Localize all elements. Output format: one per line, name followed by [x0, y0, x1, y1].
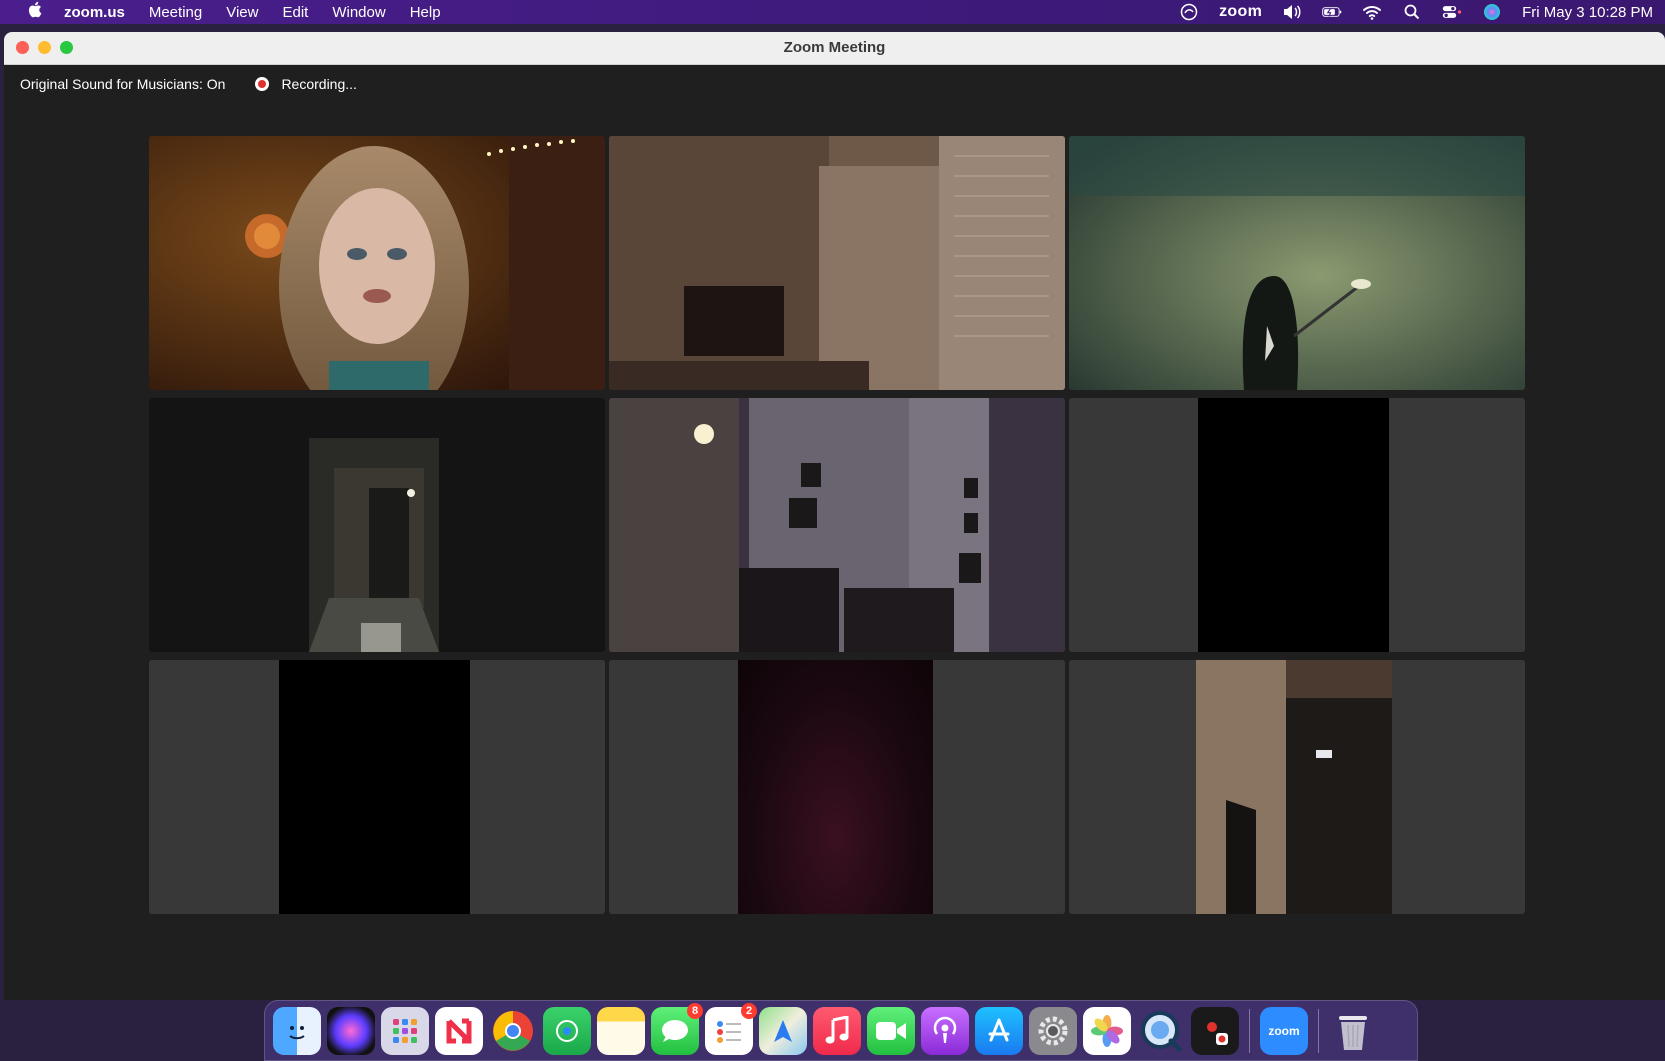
finder-icon[interactable]: [273, 1006, 321, 1055]
recording-status[interactable]: Recording...: [281, 76, 356, 92]
find-my-icon[interactable]: [543, 1006, 591, 1055]
menu-help[interactable]: Help: [410, 4, 441, 21]
music-icon[interactable]: [813, 1006, 861, 1055]
volume-icon[interactable]: [1282, 3, 1302, 21]
participant-video-5: [609, 398, 1065, 652]
apple-menu-icon[interactable]: [14, 1, 54, 23]
facetime-icon[interactable]: [867, 1006, 915, 1055]
window-title: Zoom Meeting: [783, 39, 886, 56]
menu-edit[interactable]: Edit: [282, 4, 308, 21]
trash-icon[interactable]: [1329, 1007, 1377, 1055]
zoom-menu-extra[interactable]: zoom: [1219, 3, 1262, 21]
window-titlebar[interactable]: Zoom Meeting: [4, 32, 1665, 65]
video-tile-8[interactable]: [609, 660, 1065, 914]
participant-video-3: [1069, 136, 1525, 390]
meeting-status-bar: Original Sound for Musicians: On Recordi…: [20, 76, 357, 92]
messages-badge: 8: [687, 1002, 703, 1019]
messages-icon[interactable]: 8: [651, 1002, 703, 1055]
video-tile-1[interactable]: [149, 136, 605, 390]
menu-meeting[interactable]: Meeting: [149, 4, 202, 21]
video-tile-9[interactable]: [1069, 660, 1525, 914]
wifi-icon[interactable]: [1362, 3, 1382, 21]
dock-separator: [1249, 1008, 1250, 1053]
menubar-clock[interactable]: Fri May 3 10:28 PM: [1522, 4, 1653, 21]
app-menu-zoom[interactable]: zoom.us: [64, 4, 125, 21]
participant-video-2: [609, 136, 1065, 390]
participant-video-8-dark: [738, 660, 933, 914]
maps-icon[interactable]: [759, 1006, 807, 1055]
video-tile-2[interactable]: [609, 136, 1065, 390]
participant-video-1: [149, 136, 605, 390]
zoom-app-label: zoom: [1268, 1023, 1300, 1038]
recording-indicator-icon: [255, 77, 270, 91]
original-sound-status[interactable]: Original Sound for Musicians: On: [20, 76, 225, 92]
reminders-badge: 2: [741, 1002, 757, 1019]
video-tile-6[interactable]: [1069, 398, 1525, 652]
zoom-meeting-window: Zoom Meeting Original Sound for Musician…: [4, 32, 1665, 1000]
control-center-icon[interactable]: [1442, 3, 1462, 21]
screen-share-status-icon[interactable]: [1179, 3, 1199, 21]
macos-dock: 8 2 zoom: [264, 1000, 1418, 1061]
participant-video-6-black: [1198, 398, 1389, 652]
menu-view[interactable]: View: [226, 4, 258, 21]
chrome-icon[interactable]: [489, 1007, 537, 1055]
battery-icon[interactable]: [1322, 3, 1342, 21]
screen-recorder-icon[interactable]: [1191, 1006, 1239, 1055]
participant-video-9: [1196, 660, 1392, 914]
podcasts-icon[interactable]: [921, 1006, 969, 1055]
photos-icon[interactable]: [1083, 1006, 1131, 1055]
video-tile-4[interactable]: [149, 398, 605, 652]
quicktime-icon[interactable]: [1137, 1007, 1185, 1055]
spotlight-search-icon[interactable]: [1402, 3, 1422, 21]
dock-separator-2: [1318, 1008, 1319, 1053]
notes-icon[interactable]: [597, 1006, 645, 1055]
siri-menu-icon[interactable]: [1482, 3, 1502, 21]
launchpad-icon[interactable]: [381, 1006, 429, 1055]
participant-video-7-black: [279, 660, 470, 914]
reminders-icon[interactable]: 2: [705, 1002, 757, 1055]
siri-icon[interactable]: [327, 1006, 375, 1055]
video-tile-5[interactable]: [609, 398, 1065, 652]
menu-window[interactable]: Window: [332, 4, 385, 21]
app-store-icon[interactable]: [975, 1006, 1023, 1055]
menu-bar: zoom.us Meeting View Edit Window Help zo…: [0, 0, 1665, 24]
participant-video-4: [149, 398, 605, 652]
zoom-app-icon[interactable]: zoom: [1260, 1006, 1308, 1055]
video-tile-3[interactable]: [1069, 136, 1525, 390]
news-icon[interactable]: [435, 1006, 483, 1055]
system-settings-icon[interactable]: [1029, 1006, 1077, 1055]
video-tile-7[interactable]: [149, 660, 605, 914]
